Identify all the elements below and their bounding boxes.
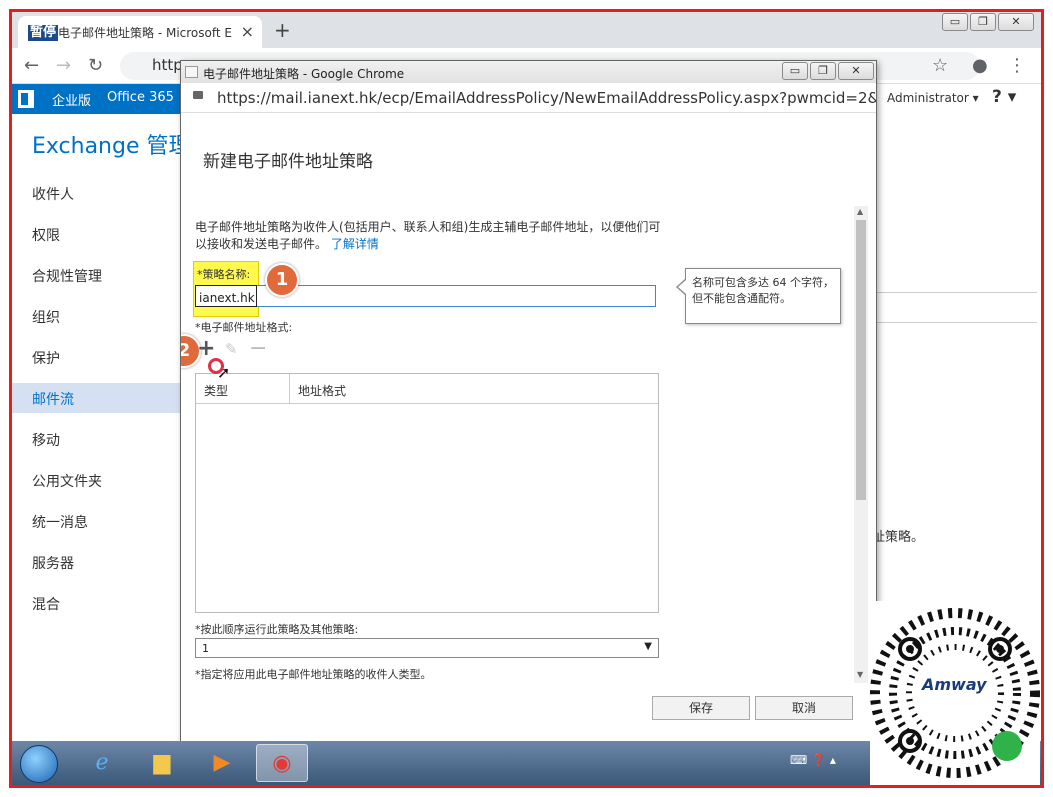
maximize-icon[interactable]: ❐ (810, 62, 836, 80)
order-label: *按此顺序运行此策略及其他策略: (195, 623, 359, 636)
address-format-label: *电子邮件地址格式: (195, 321, 293, 334)
background-tab-title: 电子邮件地址策略 - Microsoft E (58, 26, 232, 40)
dialog-heading: 新建电子邮件地址策略 (203, 152, 373, 172)
nav-item[interactable]: 邮件流 (12, 383, 180, 413)
address-format-grid[interactable]: 类型 地址格式 (195, 373, 659, 613)
menu-icon[interactable]: ⋮ (1008, 55, 1026, 76)
qr-code-watermark: Amway (870, 601, 1040, 785)
nav-item[interactable]: 统一消息 (12, 506, 180, 536)
name-tooltip: 名称可包含多达 64 个字符，但不能包含通配符。 (685, 268, 841, 324)
background-window-controls: ▭ ❐ ✕ (940, 13, 1034, 31)
admin-area: Administrator ▾ ? ▾ (877, 84, 1041, 114)
help-icon: ? (992, 87, 1002, 107)
edit-icon[interactable]: ✎ (225, 340, 238, 358)
background-text-fragment: 址策略。 (872, 530, 925, 545)
nav-item[interactable]: 移动 (12, 424, 180, 454)
order-select[interactable]: 1 ▼ (195, 638, 659, 658)
popup-url[interactable]: https://mail.ianext.hk/ecp/EmailAddressP… (217, 89, 876, 107)
chrome-icon[interactable]: ◉ (256, 744, 308, 782)
minimize-icon[interactable]: ▭ (942, 13, 968, 31)
column-address-format[interactable]: 地址格式 (289, 374, 659, 404)
remove-icon[interactable]: − (249, 338, 267, 360)
admin-label: Administrator (887, 91, 969, 105)
mini-program-icon (992, 731, 1022, 761)
grid-header: 类型 地址格式 (196, 374, 658, 404)
nav-item[interactable]: 混合 (12, 588, 180, 618)
background-url: http (152, 56, 183, 74)
o365-label[interactable]: Office 365 (107, 90, 174, 105)
add-icon[interactable]: + (197, 338, 215, 360)
mouse-cursor-icon: ➚ (217, 363, 231, 382)
bookmark-star-icon[interactable]: ☆ (932, 55, 948, 76)
system-tray[interactable]: ⌨ ❓ ▴ (790, 753, 836, 767)
back-icon[interactable]: ← (24, 55, 39, 76)
media-player-icon[interactable]: ▶ (196, 744, 248, 782)
save-button[interactable]: 保存 (652, 696, 750, 720)
screen: 暂停 电子邮件地址策略 - Microsoft E × + ▭ ❐ ✕ ← → … (9, 9, 1044, 788)
tooltip-arrow-inner (678, 280, 686, 294)
lock-icon (193, 91, 203, 99)
dialog-description: 电子邮件地址策略为收件人(包括用户、联系人和组)生成主辅电子邮件地址，以便他们可… (195, 219, 665, 253)
scroll-up-icon[interactable]: ▲ (857, 207, 863, 216)
office-logo-icon (18, 90, 34, 108)
popup-title: 电子邮件地址策略 - Google Chrome (203, 67, 405, 81)
cancel-button[interactable]: 取消 (755, 696, 853, 720)
qr-logo-text: Amway (922, 675, 987, 694)
learn-more-link[interactable]: 了解详情 (331, 237, 379, 251)
background-tab-strip: 暂停 电子邮件地址策略 - Microsoft E × + ▭ ❐ ✕ (12, 12, 1041, 48)
recipient-type-label: *指定将应用此电子邮件地址策略的收件人类型。 (195, 668, 432, 681)
close-tab-icon[interactable]: × (241, 22, 254, 41)
admin-menu[interactable]: Administrator ▾ (887, 91, 979, 105)
nav-item[interactable]: 保护 (12, 342, 180, 372)
nav-item[interactable]: 权限 (12, 219, 180, 249)
description-text: 电子邮件地址策略为收件人(包括用户、联系人和组)生成主辅电子邮件地址，以便他们可… (195, 220, 661, 251)
nav-item[interactable]: 公用文件夹 (12, 465, 180, 495)
column-type[interactable]: 类型 (204, 382, 228, 399)
scrollbar[interactable]: ▲ ▼ (854, 206, 868, 683)
close-window-icon[interactable]: ✕ (998, 13, 1034, 31)
scroll-down-icon[interactable]: ▼ (857, 670, 863, 679)
nav-item[interactable]: 收件人 (12, 178, 180, 208)
folder-icon[interactable]: ▆ (136, 744, 188, 782)
maximize-icon[interactable]: ❐ (970, 13, 996, 31)
divider (877, 322, 1037, 323)
step-badge-1: 1 (265, 263, 299, 297)
o365-product[interactable]: 企业版 (52, 90, 91, 109)
pause-badge: 暂停 (28, 25, 59, 41)
background-tab[interactable]: 暂停 电子邮件地址策略 - Microsoft E × (18, 16, 262, 48)
reload-icon[interactable]: ↻ (88, 55, 103, 76)
profile-icon[interactable]: ● (972, 55, 988, 76)
nav-item[interactable]: 服务器 (12, 547, 180, 577)
new-tab-button[interactable]: + (274, 18, 291, 42)
minimize-icon[interactable]: ▭ (782, 62, 808, 80)
order-value: 1 (202, 642, 209, 655)
scroll-thumb[interactable] (856, 220, 866, 500)
dropdown-arrow-icon[interactable]: ▼ (644, 641, 652, 652)
nav-item[interactable]: 合规性管理 (12, 260, 180, 290)
popup-window-controls: ▭ ❐ ✕ (780, 62, 874, 80)
favicon-icon (185, 66, 198, 78)
start-button[interactable] (20, 745, 58, 783)
ie-icon[interactable]: ℯ (76, 744, 128, 782)
nav-item[interactable]: 组织 (12, 301, 180, 331)
close-window-icon[interactable]: ✕ (838, 62, 874, 80)
popup-address-bar: https://mail.ianext.hk/ecp/EmailAddressP… (181, 83, 876, 113)
forward-icon[interactable]: → (56, 55, 71, 76)
new-policy-window: 电子邮件地址策略 - Google Chrome ▭ ❐ ✕ https://m… (180, 60, 877, 742)
help-menu[interactable]: ? ▾ (992, 87, 1016, 107)
policy-name-input[interactable] (195, 285, 656, 307)
policy-name-label: *策略名称: (197, 268, 251, 281)
divider (877, 292, 1037, 293)
popup-title-bar: 电子邮件地址策略 - Google Chrome ▭ ❐ ✕ (181, 61, 876, 83)
